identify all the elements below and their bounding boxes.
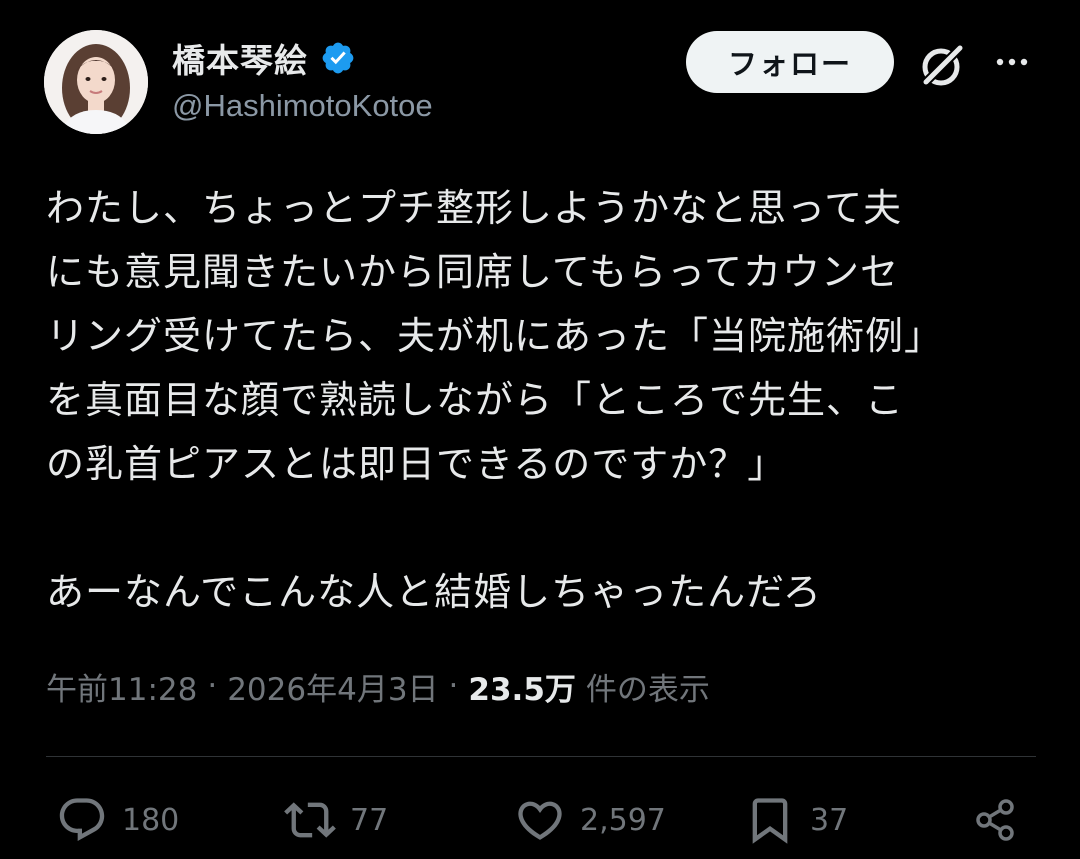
like-button[interactable]: 2,597 — [514, 792, 666, 848]
share-button[interactable] — [970, 792, 1022, 848]
avatar-image — [44, 30, 148, 134]
bookmark-button[interactable]: 37 — [744, 792, 848, 848]
tweet-text: わたし、ちょっとプチ整形しようかなと思って夫 にも意見聞きたいから同席してもらっ… — [46, 186, 944, 614]
repost-icon — [284, 802, 336, 838]
repost-button[interactable]: 77 — [284, 792, 388, 848]
more-icon[interactable] — [988, 46, 1036, 78]
grok-icon[interactable] — [914, 38, 970, 94]
meta-separator: · — [207, 668, 218, 704]
tweet-date[interactable]: 2026年4月3日 — [227, 664, 438, 709]
meta-separator: · — [448, 668, 459, 704]
heart-icon — [518, 801, 562, 840]
reply-button[interactable]: 180 — [56, 792, 179, 848]
repost-count: 77 — [350, 802, 389, 838]
handle[interactable]: @HashimotoKotoe — [172, 88, 433, 124]
divider — [46, 756, 1036, 757]
reply-icon — [59, 798, 105, 842]
like-count: 2,597 — [580, 802, 666, 838]
tweet-time[interactable]: 午前11:28 — [46, 664, 197, 709]
views-label: 件の表示 — [585, 671, 710, 708]
verified-badge-icon — [322, 42, 354, 74]
follow-button[interactable]: フォロー — [686, 31, 894, 93]
author-row: 橋本琴絵 — [172, 36, 356, 80]
tweet-meta: 午前11:28 · 2026年4月3日 · 23.5万 件の表示 — [46, 662, 710, 710]
avatar[interactable] — [44, 30, 148, 134]
bookmark-count: 37 — [810, 802, 849, 838]
share-icon — [976, 799, 1014, 841]
display-name[interactable]: 橋本琴絵 — [172, 34, 308, 82]
views-count[interactable]: 23.5万 — [468, 664, 576, 709]
bookmark-icon — [752, 798, 788, 844]
reply-count: 180 — [122, 802, 180, 838]
